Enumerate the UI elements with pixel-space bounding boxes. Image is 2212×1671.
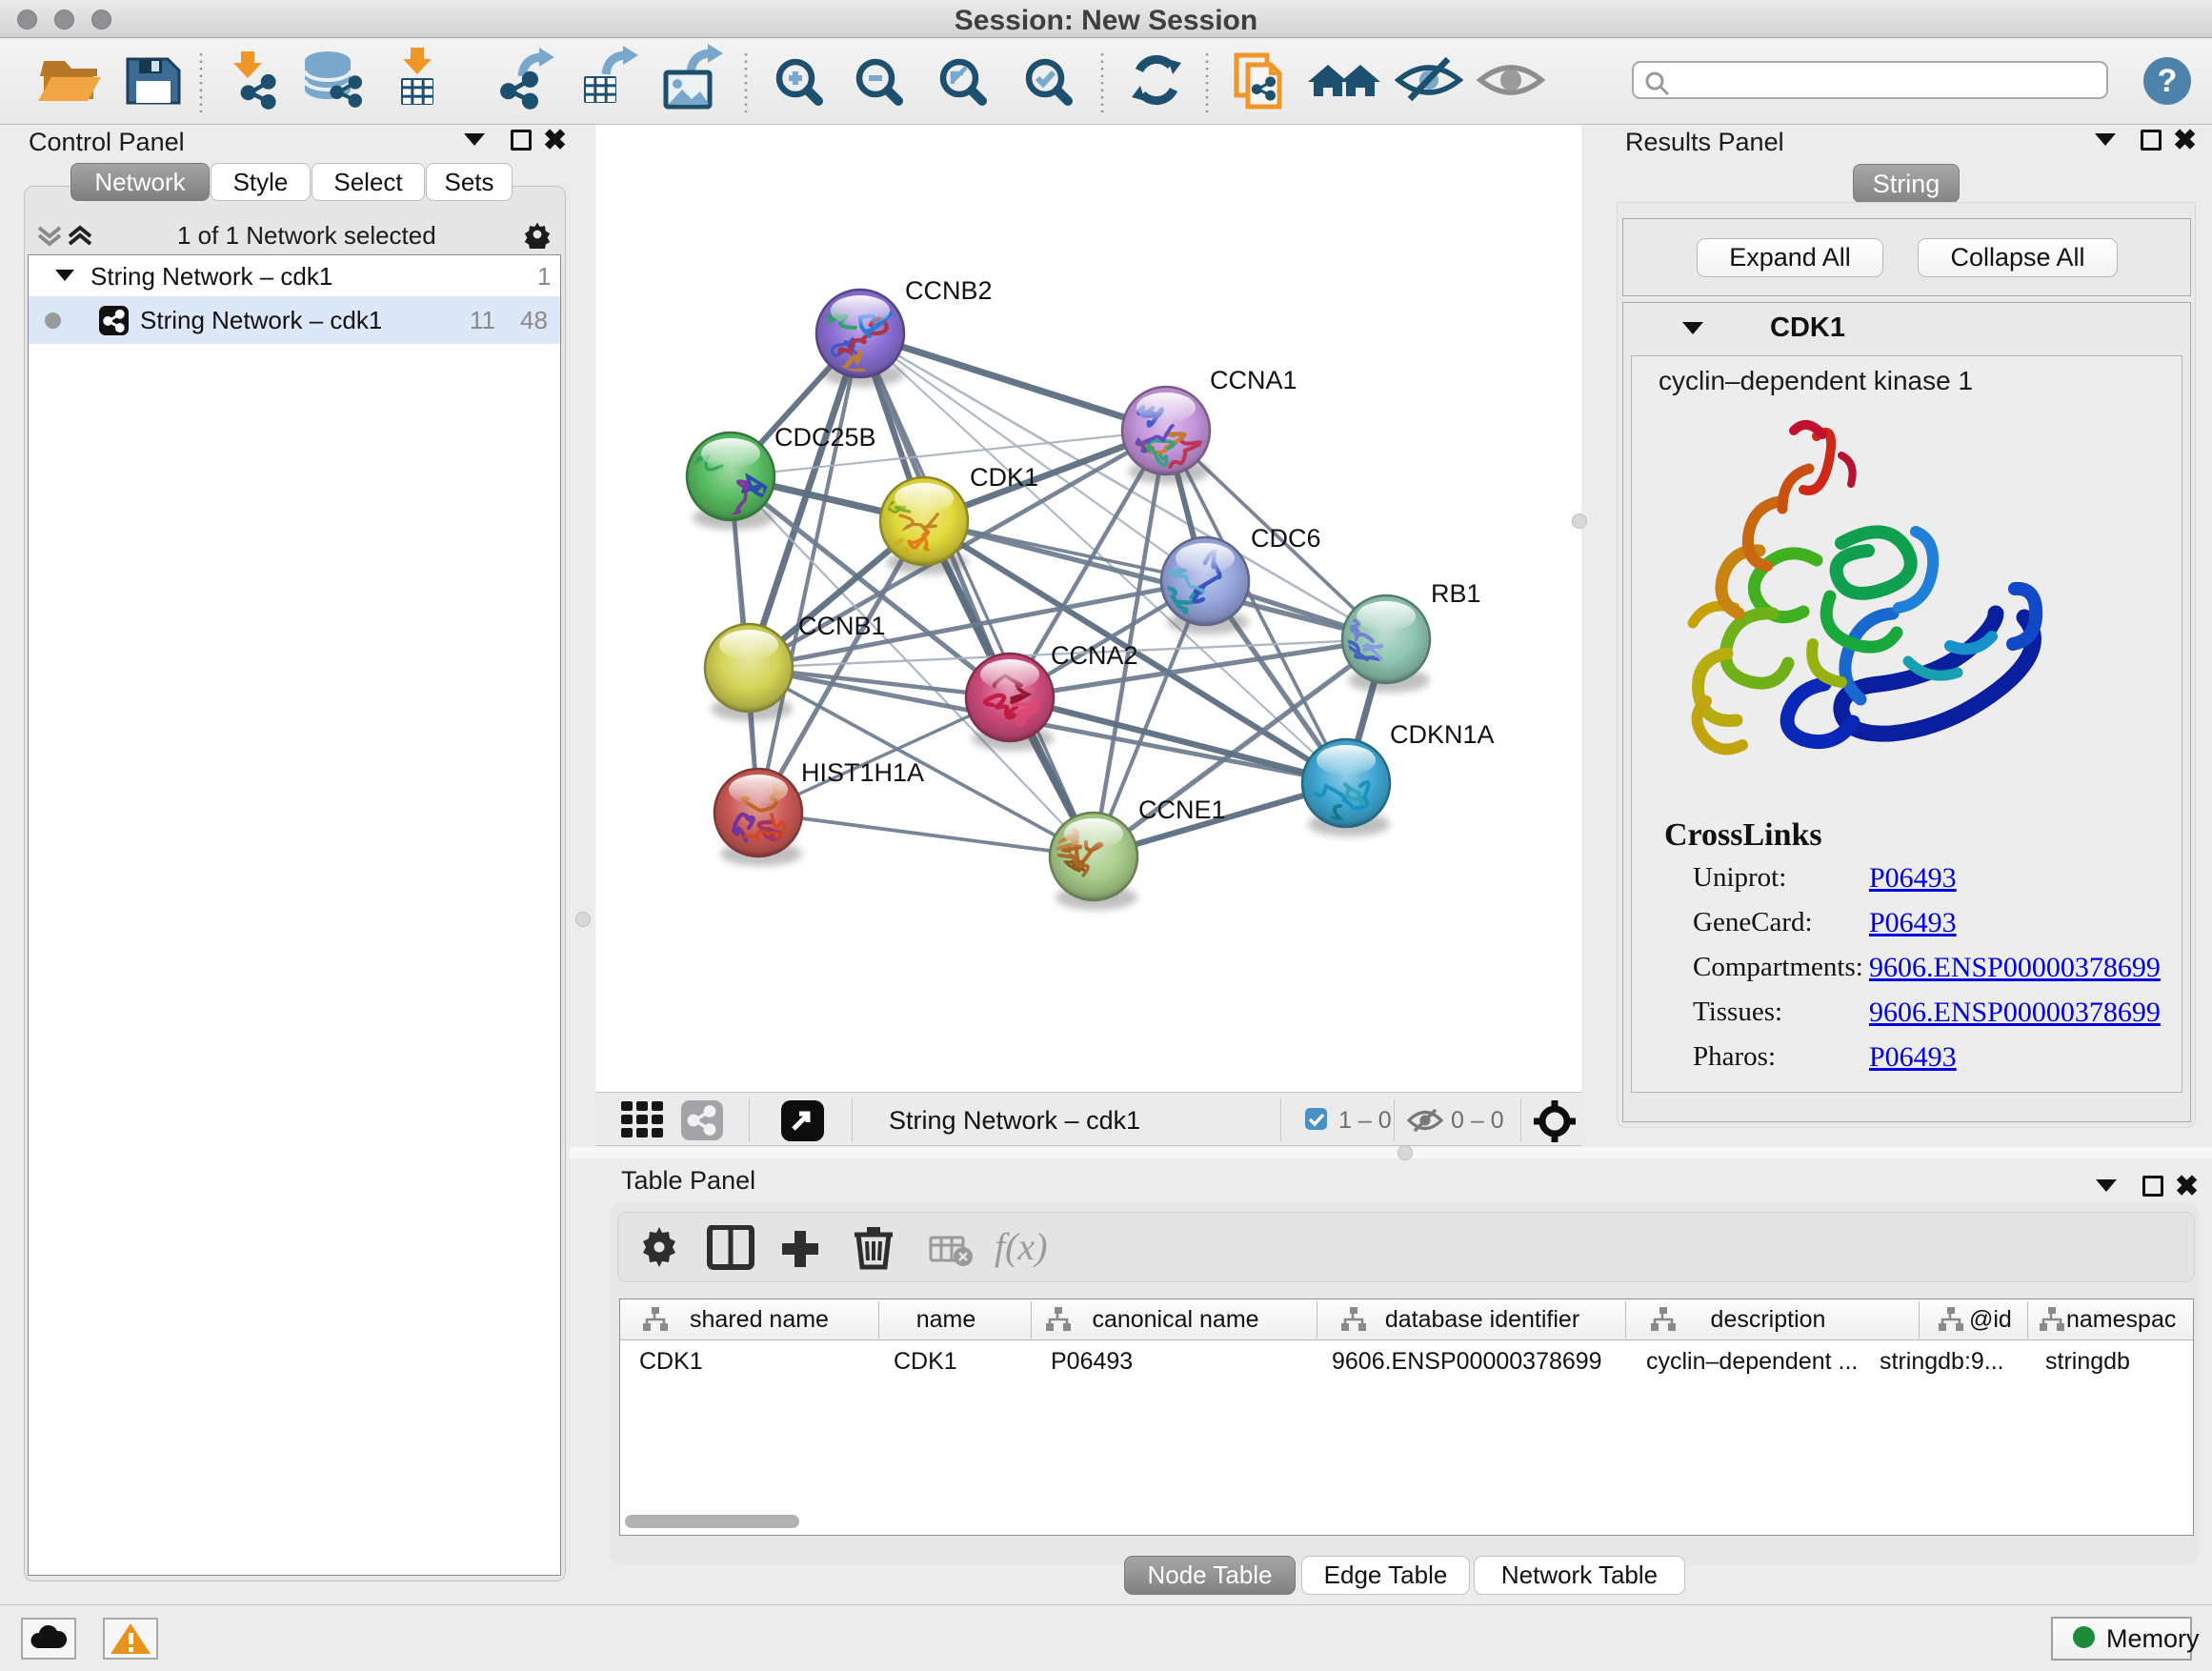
svg-text:CCNA2: CCNA2 [1051, 641, 1138, 670]
svg-text:CCNB1: CCNB1 [798, 612, 886, 640]
svg-text:CCNB2: CCNB2 [905, 276, 993, 305]
svg-text:CDC25B: CDC25B [774, 423, 876, 452]
svg-text:CDK1: CDK1 [970, 463, 1038, 492]
svg-text:HIST1H1A: HIST1H1A [801, 758, 924, 787]
svg-text:CCNA1: CCNA1 [1210, 366, 1297, 394]
svg-text:CDKN1A: CDKN1A [1390, 720, 1495, 749]
svg-text:RB1: RB1 [1431, 579, 1481, 608]
svg-text:f(x): f(x) [995, 1225, 1048, 1268]
svg-text:CCNE1: CCNE1 [1138, 795, 1226, 824]
svg-text:CDC6: CDC6 [1251, 524, 1321, 553]
